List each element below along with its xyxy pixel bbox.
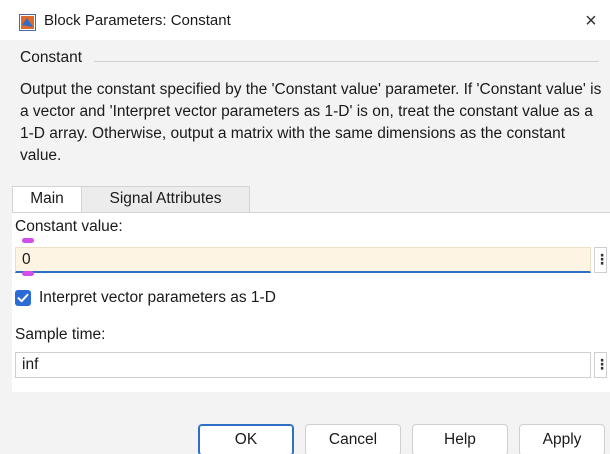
tab-main[interactable]: Main: [12, 186, 82, 213]
window-title: Block Parameters: Constant: [44, 12, 231, 29]
group-divider: [94, 61, 599, 62]
constant-value-label: Constant value:: [15, 218, 123, 235]
cancel-button[interactable]: Cancel: [305, 424, 401, 454]
tab-bar: Main Signal Attributes: [12, 186, 602, 213]
tab-signal-attributes[interactable]: Signal Attributes: [82, 186, 250, 212]
block-parameters-dialog: Block Parameters: Constant × Constant Ou…: [0, 0, 610, 454]
interpret-1d-label: Interpret vector parameters as 1-D: [39, 289, 276, 306]
cursor-marker-top: [22, 238, 34, 243]
cursor-marker-bottom: [22, 271, 34, 276]
simulink-block-icon: [19, 14, 36, 31]
title-bar: Block Parameters: Constant ×: [0, 0, 610, 40]
constant-value-input[interactable]: 0: [15, 247, 591, 273]
block-description: Output the constant specified by the 'Co…: [20, 81, 602, 164]
constant-value-menu-icon[interactable]: ⋮: [594, 247, 609, 273]
group-label: Constant: [20, 49, 83, 66]
close-icon[interactable]: ×: [578, 8, 604, 34]
sample-time-menu-icon[interactable]: ⋮: [594, 352, 609, 378]
sample-time-input[interactable]: inf: [15, 352, 591, 378]
interpret-1d-checkbox[interactable]: [15, 290, 31, 306]
apply-button[interactable]: Apply: [519, 424, 605, 454]
checkmark-icon: [17, 293, 29, 303]
help-button[interactable]: Help: [412, 424, 508, 454]
sample-time-label: Sample time:: [15, 326, 106, 343]
ok-button[interactable]: OK: [198, 424, 294, 454]
